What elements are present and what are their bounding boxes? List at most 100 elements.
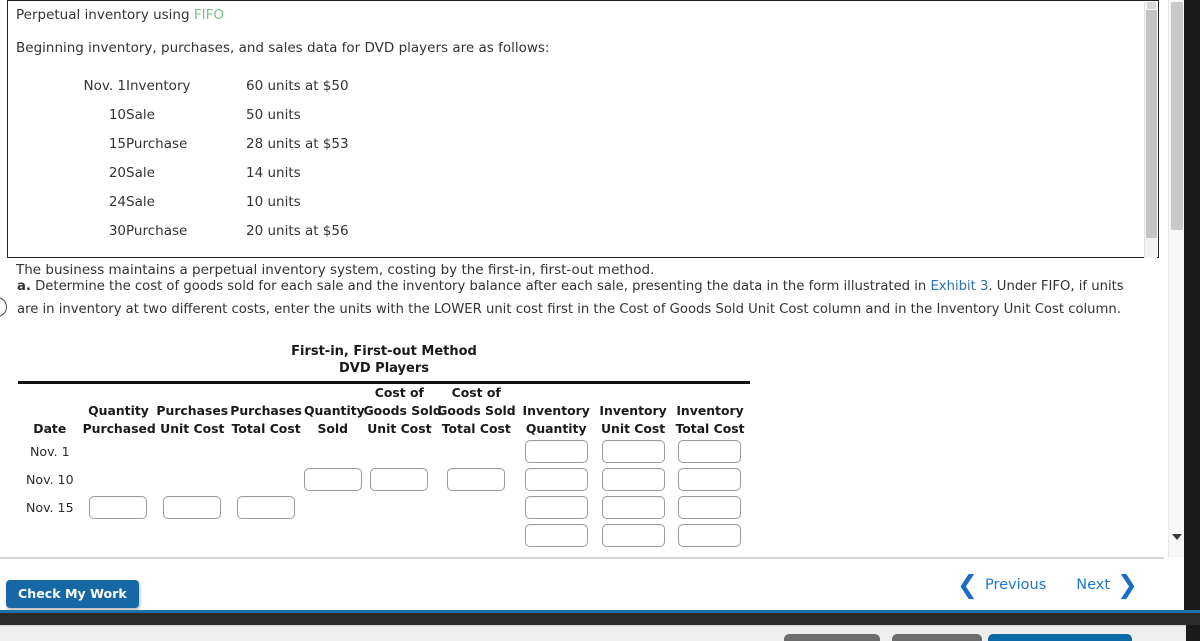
input-cell [596,494,670,522]
empty-cell [155,438,229,466]
input-cell [516,466,596,494]
empty-cell [362,438,436,466]
problem-intro: Beginning inventory, purchases, and sale… [16,40,550,56]
worksheet-input[interactable] [678,496,742,519]
worksheet-input[interactable] [304,468,362,491]
window-edge-gutter [1184,0,1200,610]
scroll-up-icon[interactable] [1147,2,1156,9]
check-my-work-button[interactable]: Check My Work [6,580,139,608]
worksheet-input[interactable] [678,440,742,463]
question-scroll-area[interactable]: Perpetual inventory using FIFO Beginning… [0,0,1164,557]
input-cell [303,466,362,494]
col-header-puc-mid: Purchases [156,403,229,418]
problem-title-method: FIFO [193,7,224,23]
worksheet-input[interactable] [524,468,588,491]
row-date: 20 [108,165,126,181]
toolbar-button-3[interactable] [988,634,1132,641]
row-kind: Sale [126,107,155,123]
footer-bar: Check My Work ❮ Previous Next ❯ [0,559,1164,610]
table-row: 24 Sale 10 units [64,188,349,217]
table-row: 10 Sale 50 units [64,101,349,130]
input-cell [516,522,596,550]
row-date: Nov. 1 [83,78,126,94]
col-header-ctc-top: Cost of [451,385,501,400]
input-cell [436,466,516,494]
empty-cell [436,438,516,466]
fifo-worksheet: First-in, First-out Method DVD Players x… [18,343,750,550]
previous-button[interactable]: ❮ Previous [957,570,1047,599]
page-scrollbar-thumb[interactable] [1171,2,1183,230]
requirement-paragraph: a. Determine the cost of goods sold for … [17,275,1142,321]
next-label: Next [1076,576,1111,593]
input-cell [516,438,596,466]
row-kind: Sale [126,194,155,210]
worksheet-input[interactable] [89,496,148,519]
next-button[interactable]: Next ❯ [1076,570,1138,599]
row-amount: 10 units [246,194,301,210]
col-header-inventory-quantity: x Inventory Quantity [516,384,596,438]
input-cell [596,438,670,466]
worksheet-input[interactable] [678,524,742,547]
chevron-left-icon: ❮ [957,570,978,599]
worksheet-header-row: xx Date x Quantity Purchased x Purchases… [18,384,750,438]
worksheet-input[interactable] [601,440,665,463]
scroll-down-icon[interactable] [1169,529,1185,545]
empty-cell [362,494,436,522]
empty-cell [229,466,303,494]
col-header-date: xx Date [18,384,82,438]
col-header-inventory-total-cost: x Inventory Total Cost [670,384,750,438]
worksheet-input[interactable] [237,496,296,519]
empty-cell [82,522,156,550]
problem-box-scrollbar[interactable] [1144,2,1157,258]
empty-cell [303,494,362,522]
exhibit-link[interactable]: Exhibit 3 [930,279,988,294]
requirement-text-part1: Determine the cost of goods sold for eac… [35,279,931,294]
worksheet-input[interactable] [524,440,588,463]
empty-cell [155,522,229,550]
row-date-cell: Nov. 1 [29,444,70,459]
col-header-itc-mid: Inventory [676,403,744,418]
empty-cell [303,522,362,550]
dark-strip [0,613,1200,625]
input-cell [229,494,303,522]
chevron-right-icon: ❯ [1117,570,1138,599]
empty-cell [229,522,303,550]
inventory-data-table: Nov. 1 Inventory 60 units at $50 10 Sale… [64,72,349,246]
worksheet-input[interactable] [601,468,665,491]
problem-title: Perpetual inventory using FIFO [16,5,1158,25]
scroll-clip-fade [0,548,1164,557]
col-header-qs-mid: Quantity [304,403,365,418]
worksheet-input[interactable] [370,468,429,491]
col-header-quantity-sold: x Quantity Sold [303,384,365,438]
worksheet-input[interactable] [601,524,665,547]
previous-label: Previous [984,576,1047,593]
worksheet-input[interactable] [678,468,742,491]
worksheet-body: Nov. 1 Nov. 10 Nov. 15 [18,438,750,550]
col-header-ptc-mid: Purchases [230,403,302,418]
worksheet-table: xx Date x Quantity Purchased x Purchases… [18,384,750,550]
worksheet-input[interactable] [524,496,588,519]
worksheet-input[interactable] [163,496,222,519]
row-kind: Purchase [126,136,188,152]
input-cell [670,522,750,550]
worksheet-input[interactable] [447,468,506,491]
bottom-tray-edge [1186,625,1200,641]
row-date: 24 [108,194,126,210]
empty-cell [82,466,156,494]
page-scrollbar[interactable] [1168,0,1184,557]
col-header-qp-mid: Quantity [88,403,149,418]
toolbar-button-2[interactable] [892,634,982,641]
row-date: 10 [108,107,126,123]
scrollbar-thumb[interactable] [1146,10,1157,238]
worksheet-input[interactable] [601,496,665,519]
table-row: Nov. 1 [18,438,750,466]
row-amount: 20 units at $56 [246,223,349,239]
worksheet-input[interactable] [524,524,588,547]
row-kind: Purchase [126,223,188,239]
col-header-cuc-top: Cost of [374,385,424,400]
input-cell [670,438,750,466]
input-cell [670,466,750,494]
exercise-page: Perpetual inventory using FIFO Beginning… [0,0,1200,641]
requirement-label: a. [17,279,31,294]
toolbar-button-1[interactable] [784,634,880,641]
